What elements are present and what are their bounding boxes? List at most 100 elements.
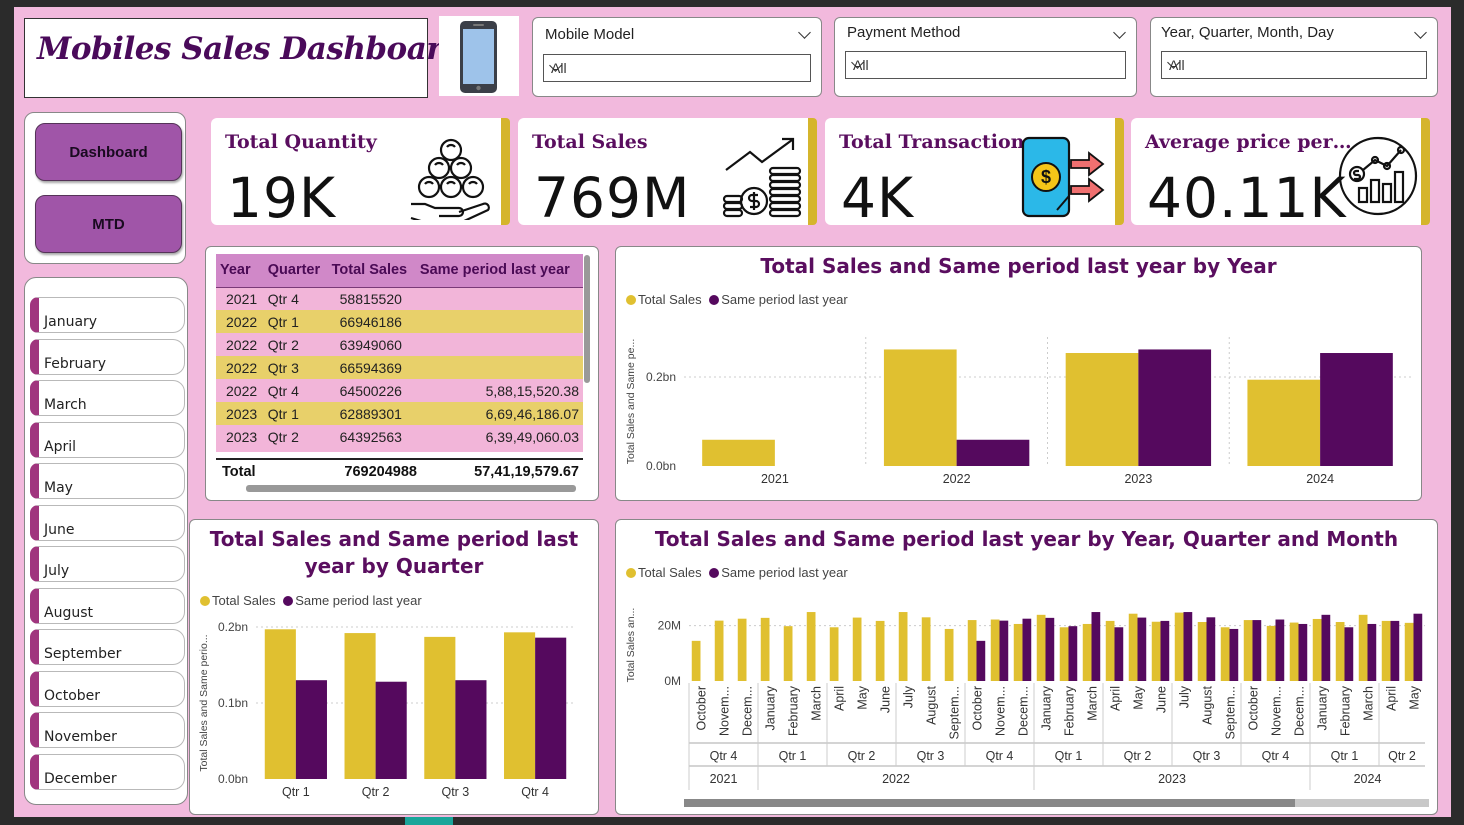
bar-total-sales[interactable] bbox=[1312, 618, 1322, 681]
bar-total-sales[interactable] bbox=[1105, 620, 1115, 681]
bar-same-period[interactable] bbox=[1137, 617, 1147, 681]
column-header[interactable]: Total Sales bbox=[327, 254, 416, 288]
payment-method-dropdown[interactable]: All bbox=[845, 51, 1126, 79]
bar-same-period[interactable] bbox=[1344, 627, 1354, 681]
bar-same-period[interactable] bbox=[295, 680, 327, 779]
bar-same-period[interactable] bbox=[1298, 623, 1308, 681]
bar-total-sales[interactable] bbox=[702, 439, 775, 466]
bar-total-sales[interactable] bbox=[1059, 627, 1069, 681]
bar-total-sales[interactable] bbox=[921, 617, 931, 681]
bar-total-sales[interactable] bbox=[1174, 612, 1184, 681]
bar-total-sales[interactable] bbox=[1082, 623, 1092, 681]
bar-same-period[interactable] bbox=[1275, 619, 1285, 681]
table-scrollbar-vertical[interactable] bbox=[584, 255, 590, 383]
bar-total-sales[interactable] bbox=[1358, 614, 1368, 681]
bar-total-sales[interactable] bbox=[1266, 625, 1276, 681]
bar-total-sales[interactable] bbox=[898, 612, 908, 681]
table-row[interactable]: 2021 Qtr 4 58815520 bbox=[216, 287, 583, 310]
table-row[interactable]: 2022 Qtr 2 63949060 bbox=[216, 333, 583, 356]
bar-total-sales[interactable] bbox=[1220, 627, 1230, 681]
bar-same-period[interactable] bbox=[1206, 617, 1216, 681]
bar-total-sales[interactable] bbox=[1036, 614, 1046, 681]
chart-scrollbar-thumb[interactable] bbox=[684, 799, 1295, 807]
month-button-may[interactable]: May bbox=[30, 463, 185, 499]
bar-total-sales[interactable] bbox=[944, 628, 954, 681]
month-button-january[interactable]: January bbox=[30, 297, 185, 333]
bar-total-sales[interactable] bbox=[1404, 622, 1414, 681]
bar-same-period[interactable] bbox=[455, 680, 487, 779]
chevron-down-icon[interactable] bbox=[1113, 26, 1126, 39]
date-dropdown[interactable]: All bbox=[1161, 51, 1427, 79]
bar-total-sales[interactable] bbox=[760, 617, 770, 681]
bar-same-period[interactable] bbox=[1229, 628, 1239, 681]
bar-same-period[interactable] bbox=[1160, 620, 1170, 681]
bar-same-period[interactable] bbox=[1390, 620, 1400, 681]
column-header[interactable]: Year bbox=[216, 254, 264, 288]
month-button-june[interactable]: June bbox=[30, 504, 185, 541]
bar-total-sales[interactable] bbox=[344, 633, 376, 779]
taskbar-active-tab[interactable] bbox=[405, 817, 453, 825]
bar-same-period[interactable] bbox=[1114, 627, 1124, 681]
bar-same-period[interactable] bbox=[1183, 612, 1193, 681]
bar-total-sales[interactable] bbox=[829, 627, 839, 681]
bar-same-period[interactable] bbox=[1022, 618, 1032, 681]
bar-total-sales[interactable] bbox=[1128, 613, 1138, 681]
bar-same-period[interactable] bbox=[976, 640, 986, 681]
bar-same-period[interactable] bbox=[1068, 626, 1078, 681]
bar-total-sales[interactable] bbox=[1197, 622, 1207, 681]
bar-total-sales[interactable] bbox=[504, 632, 536, 779]
bar-same-period[interactable] bbox=[1138, 349, 1212, 466]
table-row[interactable]: 2022 Qtr 4 64500226 5,88,15,520.38 bbox=[216, 379, 583, 402]
bar-total-sales[interactable] bbox=[883, 349, 957, 466]
bar-total-sales[interactable] bbox=[1381, 620, 1391, 681]
month-button-april[interactable]: April bbox=[30, 421, 185, 458]
bar-total-sales[interactable] bbox=[967, 620, 977, 681]
mtd-button[interactable]: MTD bbox=[35, 195, 182, 253]
bar-same-period[interactable] bbox=[1321, 614, 1331, 681]
bar-total-sales[interactable] bbox=[1013, 623, 1023, 681]
chevron-down-icon[interactable] bbox=[1414, 26, 1427, 39]
bar-total-sales[interactable] bbox=[875, 620, 885, 681]
dashboard-button[interactable]: Dashboard bbox=[35, 123, 182, 181]
bar-same-period[interactable] bbox=[1091, 612, 1101, 681]
bar-same-period[interactable] bbox=[375, 681, 407, 779]
bar-total-sales[interactable] bbox=[264, 629, 296, 779]
slicer-payment-method[interactable]: Payment Method All bbox=[834, 17, 1137, 97]
month-button-september[interactable]: September bbox=[30, 629, 185, 665]
slicer-mobile-model[interactable]: Mobile Model All bbox=[532, 17, 822, 97]
month-button-november[interactable]: November bbox=[30, 712, 185, 748]
chevron-down-icon[interactable] bbox=[798, 26, 811, 39]
bar-same-period[interactable] bbox=[999, 620, 1009, 681]
bar-same-period[interactable] bbox=[535, 637, 567, 779]
table-row[interactable]: 2022 Qtr 1 66946186 bbox=[216, 310, 583, 333]
bar-same-period[interactable] bbox=[1252, 620, 1262, 681]
bar-total-sales[interactable] bbox=[691, 640, 701, 681]
table-scrollbar-horizontal[interactable] bbox=[246, 485, 576, 492]
bar-total-sales[interactable] bbox=[1247, 379, 1321, 466]
month-button-february[interactable]: February bbox=[30, 338, 185, 375]
bar-total-sales[interactable] bbox=[424, 636, 456, 779]
month-button-august[interactable]: August bbox=[30, 587, 185, 624]
bar-total-sales[interactable] bbox=[852, 617, 862, 681]
month-button-july[interactable]: July bbox=[30, 546, 185, 582]
bar-total-sales[interactable] bbox=[1065, 353, 1139, 466]
bar-total-sales[interactable] bbox=[737, 618, 747, 681]
mobile-model-dropdown[interactable]: All bbox=[543, 54, 811, 82]
bar-same-period[interactable] bbox=[1045, 617, 1055, 681]
table-row[interactable]: 2022 Qtr 3 66594369 bbox=[216, 356, 583, 379]
bar-total-sales[interactable] bbox=[990, 619, 1000, 681]
slicer-date-hierarchy[interactable]: Year, Quarter, Month, Day All bbox=[1150, 17, 1438, 97]
column-header[interactable]: Same period last year bbox=[415, 254, 583, 288]
bar-total-sales[interactable] bbox=[1289, 622, 1299, 681]
bar-same-period[interactable] bbox=[956, 439, 1030, 466]
column-header[interactable]: Quarter bbox=[263, 254, 328, 288]
month-button-december[interactable]: December bbox=[30, 753, 185, 790]
bar-total-sales[interactable] bbox=[1335, 622, 1345, 681]
table-row[interactable]: 2023 Qtr 1 62889301 6,69,46,186.07 bbox=[216, 402, 583, 425]
bar-total-sales[interactable] bbox=[783, 626, 793, 681]
bar-total-sales[interactable] bbox=[1243, 620, 1253, 681]
bar-total-sales[interactable] bbox=[806, 612, 816, 681]
month-button-october[interactable]: October bbox=[30, 670, 185, 707]
bar-same-period[interactable] bbox=[1367, 623, 1377, 681]
bar-total-sales[interactable] bbox=[714, 620, 724, 681]
